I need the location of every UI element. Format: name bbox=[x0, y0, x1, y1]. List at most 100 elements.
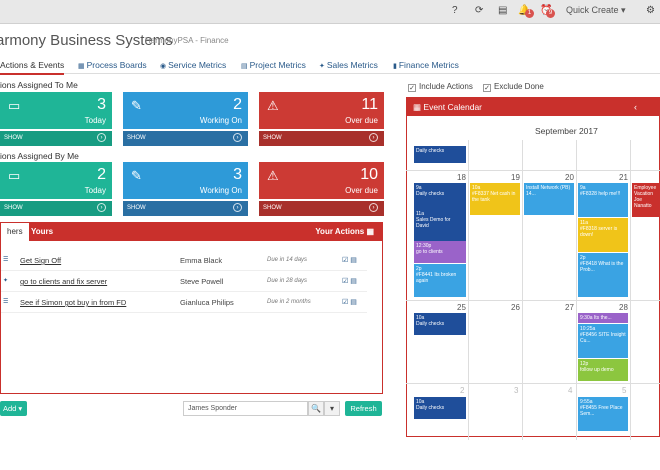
card-label: Over due bbox=[345, 116, 378, 125]
table-row[interactable]: ✦ go to clients and fix server Steve Pow… bbox=[1, 271, 367, 292]
show-link[interactable]: SHOW bbox=[127, 135, 146, 141]
arrow-circle-icon[interactable]: › bbox=[97, 203, 106, 212]
inbox-icon: ▭ bbox=[8, 168, 21, 183]
day-number: 5 bbox=[622, 386, 627, 395]
tab-finance-metrics[interactable]: ▮ Finance Metrics bbox=[393, 60, 459, 70]
car-icon: ◉ bbox=[160, 63, 167, 70]
day-number: 25 bbox=[457, 303, 466, 312]
calendar-event[interactable]: 10a #F8337 Net cash in the tank bbox=[470, 183, 520, 215]
card-overdue[interactable]: ⚠ 11 Over due SHOW › bbox=[259, 92, 384, 146]
top-bar: ? ⟳ ▤ 🔔 1 ⏰ 9 Quick Create ▾ ⚙ bbox=[0, 0, 660, 24]
calendar-event[interactable]: Install Network (PB) 14... bbox=[524, 183, 574, 215]
card-overdue[interactable]: ⚠ 10 Over due SHOW › bbox=[259, 162, 384, 216]
section-assigned-to-me: ions Assigned To Me bbox=[0, 80, 78, 90]
search-input[interactable]: James Sponder bbox=[183, 401, 308, 416]
calendar-event[interactable]: Daily checks bbox=[414, 146, 466, 163]
day-number: 2 bbox=[460, 386, 465, 395]
chevron-left-icon[interactable]: ‹ bbox=[634, 98, 637, 116]
calendar-event[interactable]: 11a Sales Demo for David bbox=[414, 209, 466, 241]
chevron-down-icon[interactable]: ▾ bbox=[324, 401, 340, 416]
tab-service-metrics[interactable]: ◉ Service Metrics bbox=[160, 60, 226, 70]
calendar-grid-line bbox=[406, 383, 660, 384]
history-icon[interactable]: ⟳ bbox=[475, 5, 483, 16]
calendar-grid-line bbox=[630, 140, 631, 440]
inbox-icon: ▭ bbox=[8, 98, 21, 113]
include-actions-checkbox[interactable]: ✓ Include Actions bbox=[408, 82, 473, 92]
main-tabs: Actions & Events ▦ Process Boards ◉ Servic… bbox=[0, 54, 660, 75]
show-link[interactable]: SHOW bbox=[4, 205, 23, 211]
board-icon: ▦ bbox=[78, 63, 85, 70]
calendar-grid-line bbox=[468, 140, 469, 440]
sales-icon: ✦ bbox=[319, 63, 325, 70]
show-link[interactable]: SHOW bbox=[263, 205, 282, 211]
card-today[interactable]: ▭ 3 Today SHOW › bbox=[0, 92, 112, 146]
tab-project-metrics[interactable]: ▤ Project Metrics bbox=[241, 60, 306, 70]
tab-actions-events[interactable]: Actions & Events bbox=[0, 60, 65, 75]
calendar-event[interactable]: 2p #F8441 Its broken again bbox=[414, 264, 466, 297]
checkbox-icon: ✓ bbox=[483, 84, 491, 92]
day-number: 21 bbox=[619, 173, 628, 182]
pencil-icon: ✎ bbox=[131, 168, 142, 183]
card-working-on[interactable]: ✎ 3 Working On SHOW › bbox=[123, 162, 248, 216]
calendar-event[interactable]: 10a Daily checks bbox=[414, 397, 466, 419]
calendar-event[interactable]: 2p #F8418 What is the Prob... bbox=[578, 253, 628, 297]
show-link[interactable]: SHOW bbox=[4, 135, 23, 141]
list-icon: ☰ bbox=[3, 257, 9, 263]
action-title-link[interactable]: Get Sign Off bbox=[20, 256, 61, 265]
tab-yours[interactable]: Yours bbox=[25, 223, 59, 241]
day-number: 27 bbox=[565, 303, 574, 312]
settings-icon[interactable]: ⚙ bbox=[646, 5, 655, 16]
card-working-on[interactable]: ✎ 2 Working On SHOW › bbox=[123, 92, 248, 146]
chat-icon[interactable]: ▤ bbox=[498, 5, 507, 16]
table-row[interactable]: ☰ Get Sign Off Emma Black Due in 14 days… bbox=[1, 250, 367, 271]
calendar-event[interactable]: Employee Vacation Joe Nanatto bbox=[632, 183, 660, 217]
arrow-circle-icon[interactable]: › bbox=[97, 133, 106, 142]
card-value: 3 bbox=[233, 166, 242, 183]
calendar-event[interactable]: 9a Daily checks bbox=[414, 183, 466, 209]
calendar-event[interactable]: 10:25a #F8456 SITE Insight Cu... bbox=[578, 324, 628, 358]
help-icon[interactable]: ? bbox=[452, 5, 458, 16]
arrow-circle-icon[interactable]: › bbox=[233, 133, 242, 142]
calendar-event[interactable]: 12:30p go to clients bbox=[414, 241, 466, 263]
calendar-event[interactable]: 9:30a Its the... bbox=[578, 313, 628, 323]
calendar-event[interactable]: 10a Daily checks bbox=[414, 313, 466, 335]
card-label: Working On bbox=[199, 186, 242, 195]
calendar-month: September 2017 bbox=[535, 126, 598, 136]
exclude-done-checkbox[interactable]: ✓ Exclude Done bbox=[483, 82, 544, 92]
edit-icon[interactable]: ☑ ▤ bbox=[342, 277, 357, 285]
show-link[interactable]: SHOW bbox=[263, 135, 282, 141]
edit-icon[interactable]: ☑ ▤ bbox=[342, 298, 357, 306]
search-icon[interactable]: 🔍 bbox=[308, 401, 324, 416]
card-today[interactable]: ▭ 2 Today SHOW › bbox=[0, 162, 112, 216]
calendar-event[interactable]: 9:55a #F8455 Free Place Sem... bbox=[578, 397, 628, 431]
calendar-icon: ▦ bbox=[413, 102, 424, 112]
action-title-link[interactable]: See if Simon got buy in from FD bbox=[20, 298, 126, 307]
section-assigned-by-me: ions Assigned By Me bbox=[0, 151, 79, 161]
action-title-link[interactable]: go to clients and fix server bbox=[20, 277, 107, 286]
edit-icon[interactable]: ☑ ▤ bbox=[342, 256, 357, 264]
arrow-circle-icon[interactable]: › bbox=[369, 133, 378, 142]
arrow-circle-icon[interactable]: › bbox=[369, 203, 378, 212]
calendar-event[interactable]: 11a #F8318 server is down! bbox=[578, 218, 628, 252]
checkbox-icon: ✓ bbox=[408, 84, 416, 92]
card-label: Over due bbox=[345, 186, 378, 195]
show-link[interactable]: SHOW bbox=[127, 205, 146, 211]
action-person: Steve Powell bbox=[180, 277, 224, 286]
table-row[interactable]: ☰ See if Simon got buy in from FD Gianlu… bbox=[1, 292, 367, 313]
add-button[interactable]: Add ▾ bbox=[0, 401, 27, 416]
card-value: 11 bbox=[361, 96, 378, 113]
tab-process-boards[interactable]: ▦ Process Boards bbox=[78, 60, 147, 70]
action-person: Emma Black bbox=[180, 256, 223, 265]
tab-sales-metrics[interactable]: ✦ Sales Metrics bbox=[319, 60, 378, 70]
arrow-circle-icon[interactable]: › bbox=[233, 203, 242, 212]
day-number: 26 bbox=[511, 303, 520, 312]
actions-panel-header: hers Yours Your Actions ▦ bbox=[1, 223, 382, 241]
calendar-event[interactable]: 9a #F8328 help me!!! bbox=[578, 183, 628, 217]
warning-icon: ⚠ bbox=[267, 98, 279, 113]
grid-icon: ▤ bbox=[241, 63, 248, 70]
alarm-badge: 9 bbox=[546, 9, 555, 18]
refresh-button[interactable]: Refresh bbox=[345, 401, 382, 416]
calendar-event[interactable]: 12p follow up demo bbox=[578, 359, 628, 381]
action-due: Due in 2 months bbox=[267, 299, 311, 305]
quick-create-button[interactable]: Quick Create ▾ bbox=[566, 5, 626, 16]
